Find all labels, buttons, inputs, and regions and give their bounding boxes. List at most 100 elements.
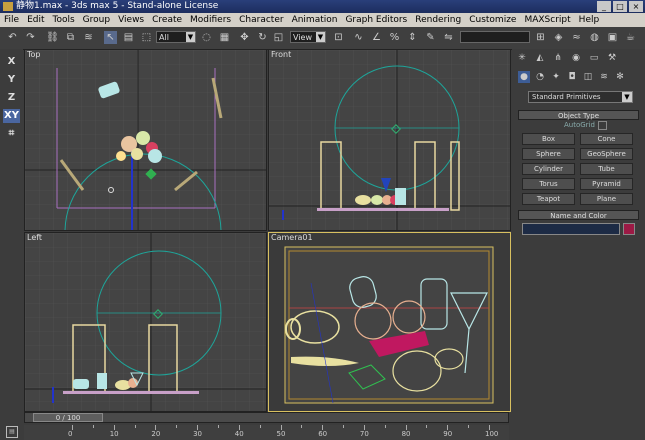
helpers-icon[interactable]: ◫ xyxy=(582,71,594,83)
menu-tools[interactable]: Tools xyxy=(49,13,79,27)
time-slider[interactable]: 0 / 100 xyxy=(24,412,509,423)
link-icon[interactable]: ⛓ xyxy=(46,31,59,44)
viewport-top[interactable]: Top xyxy=(24,49,267,231)
pyramid-button[interactable]: Pyramid xyxy=(580,178,633,190)
chevron-down-icon: ▼ xyxy=(622,92,632,102)
menu-character[interactable]: Character xyxy=(235,13,287,27)
tube-button[interactable]: Tube xyxy=(580,163,633,175)
axis-z-button[interactable]: Z xyxy=(3,91,20,105)
axis-x-button[interactable]: X xyxy=(3,55,20,69)
object-color-swatch[interactable] xyxy=(623,223,635,235)
select-by-name-icon[interactable]: ▤ xyxy=(122,31,135,44)
primitive-category-select[interactable]: Standard Primitives ▼ xyxy=(528,91,633,103)
plane-button[interactable]: Plane xyxy=(580,193,633,205)
select-rotate-icon[interactable]: ↻ xyxy=(256,31,269,44)
geosphere-button[interactable]: GeoSphere xyxy=(580,148,633,160)
shapes-icon[interactable]: ◔ xyxy=(534,71,546,83)
timeline-tick-label: 70 xyxy=(359,430,369,438)
menu-maxscript[interactable]: MAXScript xyxy=(520,13,574,27)
track-bar-icon[interactable]: ▤ xyxy=(6,426,18,438)
reference-coordinate-select[interactable]: View ▼ xyxy=(290,31,326,43)
material-editor-icon[interactable]: ◍ xyxy=(588,31,601,44)
lasso-icon[interactable]: ◌ xyxy=(200,31,213,44)
lights-icon[interactable]: ✦ xyxy=(550,71,562,83)
edit-named-selection-icon[interactable]: ✎ xyxy=(424,31,437,44)
menu-help[interactable]: Help xyxy=(575,13,604,27)
viewport-label: Left xyxy=(27,233,43,242)
window-crossing-icon[interactable]: ▦ xyxy=(218,31,231,44)
autogrid-checkbox[interactable] xyxy=(598,121,607,130)
select-scale-icon[interactable]: ◱ xyxy=(272,31,285,44)
angle-snap-icon[interactable]: ∠ xyxy=(370,31,383,44)
menu-create[interactable]: Create xyxy=(148,13,186,27)
render-scene-icon[interactable]: ▣ xyxy=(606,31,619,44)
cone-button[interactable]: Cone xyxy=(580,133,633,145)
create-tab-icon[interactable]: ✳ xyxy=(516,52,528,64)
timeline-tick-label: 80 xyxy=(401,430,411,438)
menu-file[interactable]: File xyxy=(0,13,23,27)
cylinder-button[interactable]: Cylinder xyxy=(522,163,575,175)
timeline-tick xyxy=(343,425,345,428)
mirror-icon[interactable]: ⇋ xyxy=(442,31,455,44)
hierarchy-tab-icon[interactable]: ⋔ xyxy=(552,52,564,64)
command-panel: ✳ ◭ ⋔ ◉ ▭ ⚒ ● ◔ ✦ ◘ ◫ ≋ ✻ Standard Primi… xyxy=(512,49,645,412)
utilities-tab-icon[interactable]: ⚒ xyxy=(606,52,618,64)
display-tab-icon[interactable]: ▭ xyxy=(588,52,600,64)
maximize-button[interactable]: □ xyxy=(613,1,627,12)
motion-tab-icon[interactable]: ◉ xyxy=(570,52,582,64)
minimize-button[interactable]: _ xyxy=(597,1,611,12)
teapot-button[interactable]: Teapot xyxy=(522,193,575,205)
track-bar[interactable]: 0 10 20 30 40 50 60 70 80 90 100 xyxy=(24,425,509,440)
constraint-flyout-icon[interactable]: ⌗ xyxy=(3,127,20,141)
select-icon[interactable]: ↖ xyxy=(104,31,117,44)
spinner-snap-icon[interactable]: ⇕ xyxy=(406,31,419,44)
bind-space-warp-icon[interactable]: ≋ xyxy=(82,31,95,44)
app-icon xyxy=(3,2,13,11)
viewport-camera[interactable]: Camera01 xyxy=(268,232,511,412)
menu-graph-editors[interactable]: Graph Editors xyxy=(341,13,411,27)
redo-icon[interactable]: ↷ xyxy=(24,31,37,44)
menu-group[interactable]: Group xyxy=(79,13,114,27)
selection-filter-select[interactable]: All ▼ xyxy=(156,31,196,43)
close-button[interactable]: × xyxy=(629,1,643,12)
object-name-field[interactable] xyxy=(522,223,620,235)
reference-coordinate-value: View xyxy=(293,33,312,42)
select-move-icon[interactable]: ✥ xyxy=(238,31,251,44)
space-warps-icon[interactable]: ≋ xyxy=(598,71,610,83)
unlink-icon[interactable]: ⧉ xyxy=(64,31,77,44)
axis-constraints-toolbar: X Y Z XY ⌗ xyxy=(0,49,23,412)
menu-views[interactable]: Views xyxy=(114,13,148,27)
main-toolbar: ↶ ↷ ⛓ ⧉ ≋ ↖ ▤ ⬚ All ▼ ◌ ▦ ✥ ↻ ◱ View ▼ ⊡… xyxy=(0,27,645,50)
box-button[interactable]: Box xyxy=(522,133,575,145)
curve-editor-icon[interactable]: ≈ xyxy=(570,31,583,44)
menu-customize[interactable]: Customize xyxy=(465,13,520,27)
object-type-rollout[interactable]: Object Type xyxy=(518,110,639,120)
menu-animation[interactable]: Animation xyxy=(288,13,342,27)
systems-icon[interactable]: ✻ xyxy=(614,71,626,83)
snap-icon[interactable]: ∿ xyxy=(352,31,365,44)
name-and-color-rollout[interactable]: Name and Color xyxy=(518,210,639,220)
viewport-left[interactable]: Left xyxy=(24,232,267,412)
timeline-tick-label: 20 xyxy=(151,430,161,438)
quick-render-icon[interactable]: ☕ xyxy=(624,31,637,44)
menu-edit[interactable]: Edit xyxy=(23,13,48,27)
named-selection-set-field[interactable] xyxy=(460,31,530,43)
modify-tab-icon[interactable]: ◭ xyxy=(534,52,546,64)
geometry-icon[interactable]: ● xyxy=(518,71,530,83)
torus-button[interactable]: Torus xyxy=(522,178,575,190)
menu-modifiers[interactable]: Modifiers xyxy=(186,13,235,27)
timeline-tick xyxy=(134,425,136,428)
viewport-front[interactable]: Front xyxy=(268,49,511,231)
layer-icon[interactable]: ◈ xyxy=(552,31,565,44)
align-icon[interactable]: ⊞ xyxy=(534,31,547,44)
axis-y-button[interactable]: Y xyxy=(3,73,20,87)
percent-snap-icon[interactable]: % xyxy=(388,31,401,44)
sphere-button[interactable]: Sphere xyxy=(522,148,575,160)
menu-rendering[interactable]: Rendering xyxy=(411,13,465,27)
selection-region-icon[interactable]: ⬚ xyxy=(140,31,153,44)
pivot-icon[interactable]: ⊡ xyxy=(332,31,345,44)
undo-icon[interactable]: ↶ xyxy=(6,31,19,44)
time-slider-thumb[interactable]: 0 / 100 xyxy=(33,413,103,422)
cameras-icon[interactable]: ◘ xyxy=(566,71,578,83)
axis-xy-button[interactable]: XY xyxy=(3,109,20,123)
